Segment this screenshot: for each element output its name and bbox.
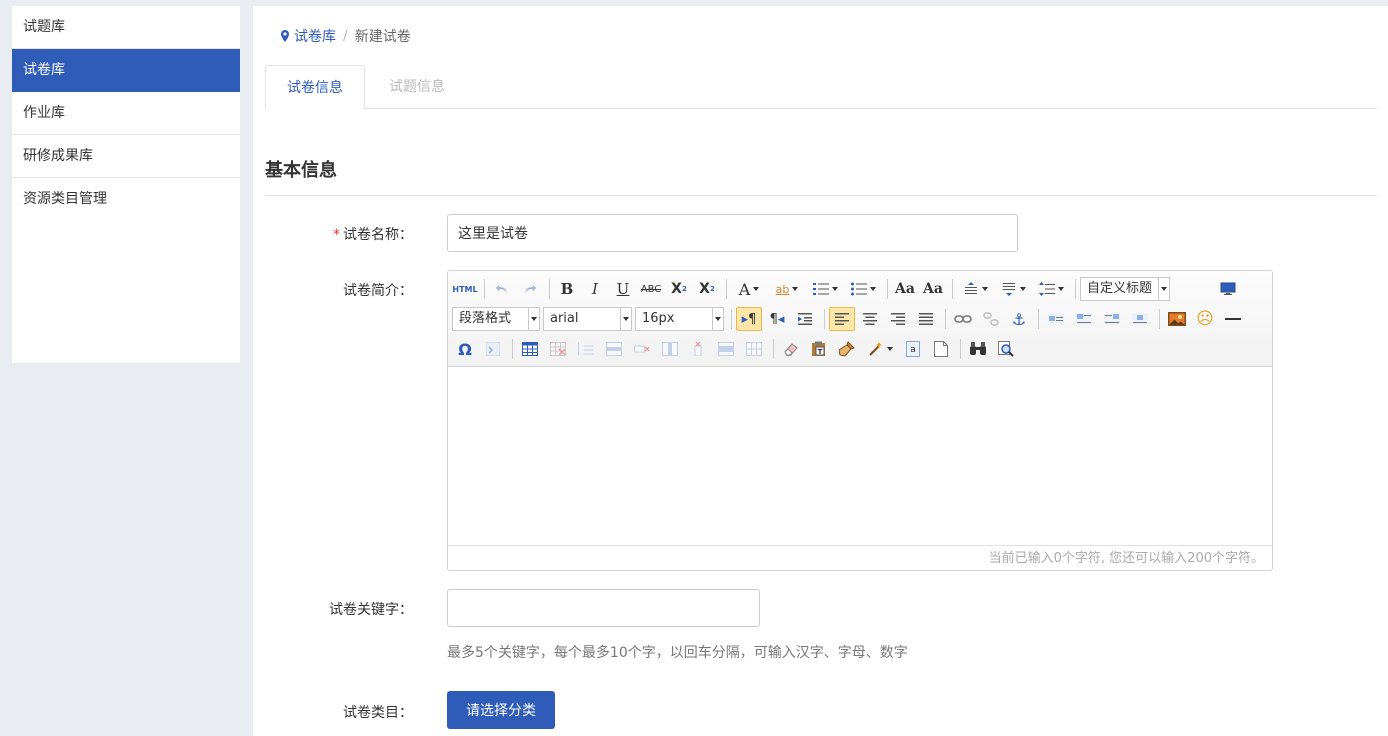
svg-text:T: T	[818, 348, 823, 356]
tab-question-info[interactable]: 试题信息	[365, 65, 469, 109]
paste-plain-text-icon[interactable]: T	[806, 337, 832, 361]
underline-icon[interactable]: U	[610, 277, 636, 301]
horizontal-rule-icon[interactable]	[1220, 307, 1246, 331]
section-divider	[265, 195, 1377, 196]
tab-paper-info[interactable]: 试卷信息	[265, 65, 365, 110]
undo-icon[interactable]	[489, 277, 515, 301]
highlight-color-icon[interactable]: ab	[769, 277, 805, 301]
insert-code-icon[interactable]	[480, 337, 506, 361]
anchor-icon[interactable]: ⚓	[1006, 307, 1032, 331]
editor-toolbar: HTML B I U ABC X2 X2 A ab Aa Aa 自定义标题 段落…	[448, 271, 1272, 367]
ltr-direction-icon[interactable]: ▸ ¶	[736, 307, 762, 331]
paper-intro-label: 试卷简介：	[343, 283, 413, 299]
merge-cells-icon[interactable]	[713, 337, 739, 361]
row-spacing-top-icon[interactable]	[957, 277, 993, 301]
paper-keywords-label: 试卷关键字：	[329, 602, 413, 618]
word-image-icon[interactable]: a	[900, 337, 926, 361]
insert-paragraph-before-table-icon[interactable]	[573, 337, 599, 361]
unlink-icon[interactable]	[978, 307, 1004, 331]
insert-image-icon[interactable]	[1164, 307, 1190, 331]
svg-text:a: a	[910, 345, 916, 355]
breadcrumb-root-link[interactable]: 试卷库	[294, 26, 336, 46]
auto-typeset-wand-icon[interactable]	[862, 337, 898, 361]
custom-heading-select[interactable]: 自定义标题	[1080, 277, 1170, 301]
align-left-icon[interactable]	[829, 307, 855, 331]
line-height-icon[interactable]	[1033, 277, 1069, 301]
sidebar-item-question-bank[interactable]: 试题库	[12, 6, 240, 49]
redo-icon[interactable]	[517, 277, 543, 301]
rtl-direction-icon[interactable]: ¶ ◂	[764, 307, 790, 331]
indent-icon[interactable]	[792, 307, 818, 331]
breadcrumb: 试卷库 / 新建试卷	[281, 26, 411, 46]
image-float-left-icon[interactable]	[1071, 307, 1097, 331]
preview-magnifier-icon[interactable]	[993, 337, 1019, 361]
sidebar-item-category-management[interactable]: 资源类目管理	[12, 178, 240, 221]
section-title: 基本信息	[265, 160, 337, 181]
format-painter-brush-icon[interactable]	[834, 337, 860, 361]
tab-bar: 试卷信息 试题信息	[265, 65, 1377, 110]
image-float-none-icon[interactable]	[1043, 307, 1069, 331]
preview-monitor-icon[interactable]	[1215, 277, 1241, 301]
strikethrough-icon[interactable]: ABC	[638, 277, 664, 301]
editor-content-area[interactable]	[448, 367, 1272, 545]
special-characters-icon[interactable]: Ω	[452, 337, 478, 361]
search-replace-binoculars-icon[interactable]	[965, 337, 991, 361]
sidebar-item-homework-bank[interactable]: 作业库	[12, 92, 240, 135]
insert-table-icon[interactable]	[517, 337, 543, 361]
insert-column-icon[interactable]	[657, 337, 683, 361]
html-source-icon[interactable]: HTML	[452, 277, 478, 301]
font-size-select[interactable]: 16px	[635, 307, 724, 331]
subscript-icon[interactable]: X2	[694, 277, 720, 301]
align-justify-icon[interactable]	[913, 307, 939, 331]
bold-icon[interactable]: B	[554, 277, 580, 301]
delete-row-icon[interactable]	[629, 337, 655, 361]
font-size-increase-icon[interactable]: Aa	[892, 277, 918, 301]
paper-category-label: 试卷类目：	[343, 705, 413, 721]
breadcrumb-current: 新建试卷	[354, 29, 411, 45]
paper-keywords-input[interactable]	[447, 589, 760, 627]
editor-word-count: 当前已输入0个字符, 您还可以输入200个字符。	[448, 545, 1272, 570]
insert-row-icon[interactable]	[601, 337, 627, 361]
row-spacing-bottom-icon[interactable]	[995, 277, 1031, 301]
rich-text-editor: HTML B I U ABC X2 X2 A ab Aa Aa 自定义标题 段落…	[447, 270, 1273, 571]
sidebar: 试题库 试卷库 作业库 研修成果库 资源类目管理	[12, 6, 240, 363]
select-category-button[interactable]: 请选择分类	[447, 691, 555, 729]
delete-column-icon[interactable]	[685, 337, 711, 361]
clear-format-eraser-icon[interactable]	[778, 337, 804, 361]
sidebar-item-paper-bank[interactable]: 试卷库	[12, 49, 240, 92]
paper-name-label: * 试卷名称：	[333, 227, 413, 243]
main-panel: 试卷库 / 新建试卷 试卷信息 试题信息 基本信息 *试卷名称： 试卷简介： H…	[253, 6, 1388, 736]
sidebar-item-research-results[interactable]: 研修成果库	[12, 135, 240, 178]
paragraph-format-select[interactable]: 段落格式	[452, 307, 540, 331]
italic-icon[interactable]: I	[582, 277, 608, 301]
delete-table-icon[interactable]	[545, 337, 571, 361]
align-center-icon[interactable]	[857, 307, 883, 331]
font-family-select[interactable]: arial	[543, 307, 632, 331]
page-break-icon[interactable]	[928, 337, 954, 361]
breadcrumb-separator: /	[343, 28, 348, 44]
align-right-icon[interactable]	[885, 307, 911, 331]
superscript-icon[interactable]: X2	[666, 277, 692, 301]
map-pin-icon	[281, 30, 289, 42]
link-icon[interactable]	[950, 307, 976, 331]
keywords-hint: 最多5个关键字，每个最多10个字，以回车分隔，可输入汉字、字母、数字	[447, 645, 908, 661]
paper-name-input[interactable]	[447, 214, 1018, 252]
font-color-icon[interactable]: A	[731, 277, 767, 301]
split-cells-icon[interactable]	[741, 337, 767, 361]
image-float-right-icon[interactable]	[1099, 307, 1125, 331]
unordered-list-icon[interactable]	[845, 277, 881, 301]
image-center-icon[interactable]	[1127, 307, 1153, 331]
font-size-decrease-icon[interactable]: Aa	[920, 277, 946, 301]
emotion-icon[interactable]: ☹	[1192, 307, 1218, 331]
required-mark: *	[333, 227, 340, 243]
ordered-list-icon[interactable]	[807, 277, 843, 301]
